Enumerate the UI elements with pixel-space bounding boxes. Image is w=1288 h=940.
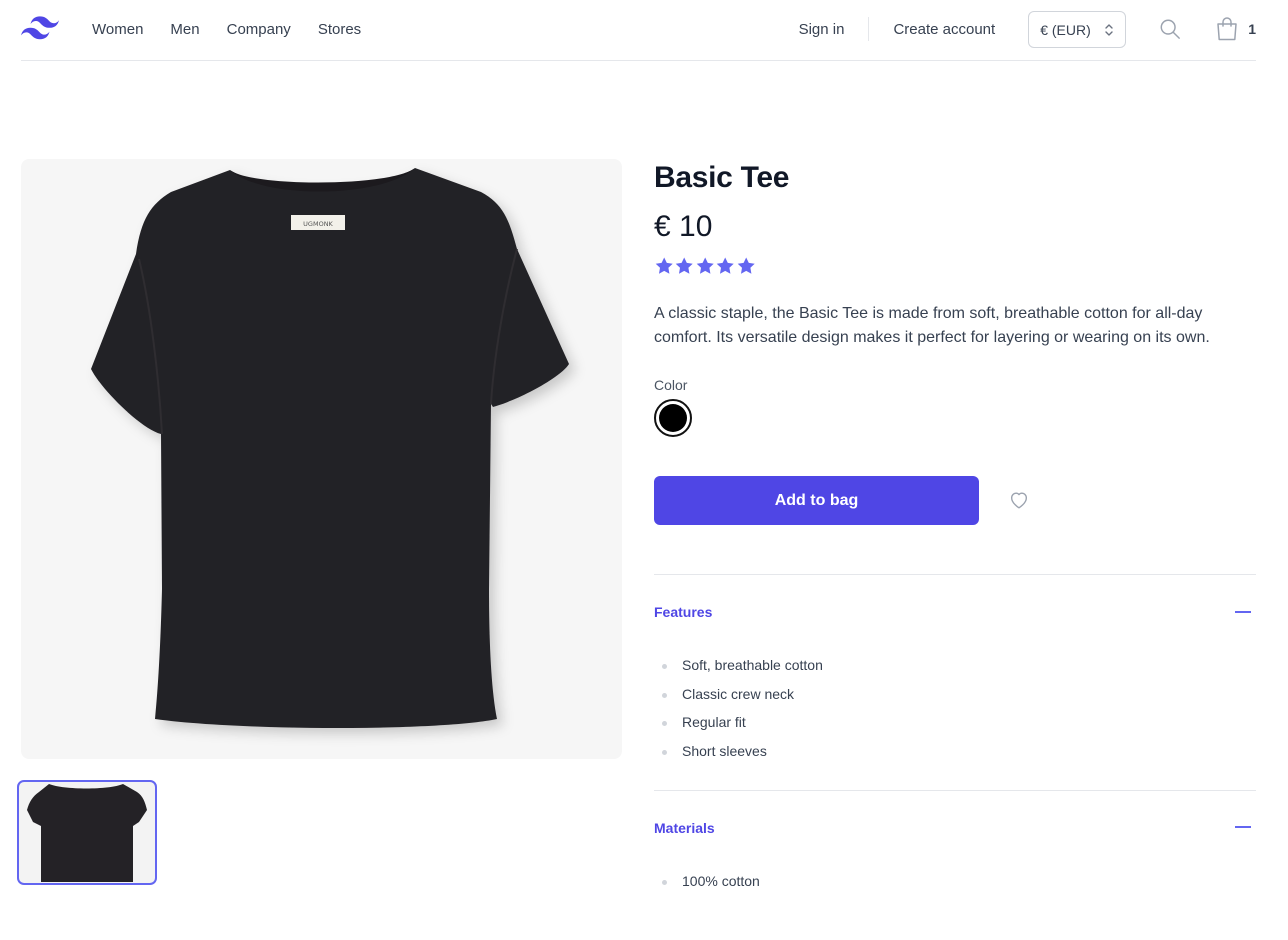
product-image: UGMONK xyxy=(21,159,622,759)
cart-count: 1 xyxy=(1248,21,1256,37)
color-label: Color xyxy=(654,377,688,393)
list-item: 100% cotton xyxy=(662,873,760,902)
accordion-features-title[interactable]: Features xyxy=(654,604,712,620)
color-option-black[interactable] xyxy=(654,399,692,437)
thumbnail-selected[interactable] xyxy=(17,780,157,885)
star-icon xyxy=(716,257,734,274)
shopping-bag-icon xyxy=(1217,17,1237,41)
star-icon xyxy=(655,257,673,274)
sign-in-link[interactable]: Sign in xyxy=(799,21,845,38)
site-header: Women Men Company Stores Sign in Create … xyxy=(21,0,1256,61)
nav-stores[interactable]: Stores xyxy=(318,21,361,38)
minus-icon[interactable] xyxy=(1235,826,1251,828)
divider xyxy=(654,574,1256,575)
star-icon xyxy=(676,257,694,274)
divider xyxy=(868,17,870,41)
product-description: A classic staple, the Basic Tee is made … xyxy=(654,305,1210,346)
search-icon[interactable] xyxy=(1159,18,1181,40)
product-price: € 10 xyxy=(654,210,713,243)
divider xyxy=(654,790,1256,791)
list-item: Short sleeves xyxy=(662,743,823,772)
rating-stars xyxy=(654,256,756,276)
chevron-up-down-icon xyxy=(1105,23,1113,36)
create-account-link[interactable]: Create account xyxy=(893,21,995,38)
star-icon xyxy=(696,257,714,274)
tailwind-logo-icon[interactable] xyxy=(21,14,59,42)
features-list: Soft, breathable cotton Classic crew nec… xyxy=(662,657,823,771)
nav-women[interactable]: Women xyxy=(92,21,143,38)
list-item: Classic crew neck xyxy=(662,686,823,715)
currency-select[interactable]: € (EUR) xyxy=(1028,10,1127,48)
list-item: Regular fit xyxy=(662,714,823,743)
list-item: Soft, breathable cotton xyxy=(662,657,823,686)
accordion-materials-title[interactable]: Materials xyxy=(654,820,715,836)
color-swatch xyxy=(659,404,687,432)
minus-icon[interactable] xyxy=(1235,611,1251,613)
main-nav: Women Men Company Stores xyxy=(92,0,388,58)
add-to-bag-button[interactable]: Add to bag xyxy=(654,476,979,525)
cart-button[interactable]: 1 xyxy=(1216,17,1256,41)
heart-icon[interactable] xyxy=(1008,489,1030,511)
shirt-label: UGMONK xyxy=(303,220,333,228)
product-title: Basic Tee xyxy=(654,161,790,194)
account-nav: Sign in Create account € (EUR) 1 xyxy=(799,0,1256,58)
tshirt-image: UGMONK xyxy=(91,168,569,728)
star-icon xyxy=(737,257,755,274)
materials-list: 100% cotton xyxy=(662,873,760,902)
tshirt-thumbnail-image xyxy=(27,784,147,882)
nav-men[interactable]: Men xyxy=(170,21,199,38)
currency-value: € (EUR) xyxy=(1040,21,1091,38)
nav-company[interactable]: Company xyxy=(227,21,291,38)
